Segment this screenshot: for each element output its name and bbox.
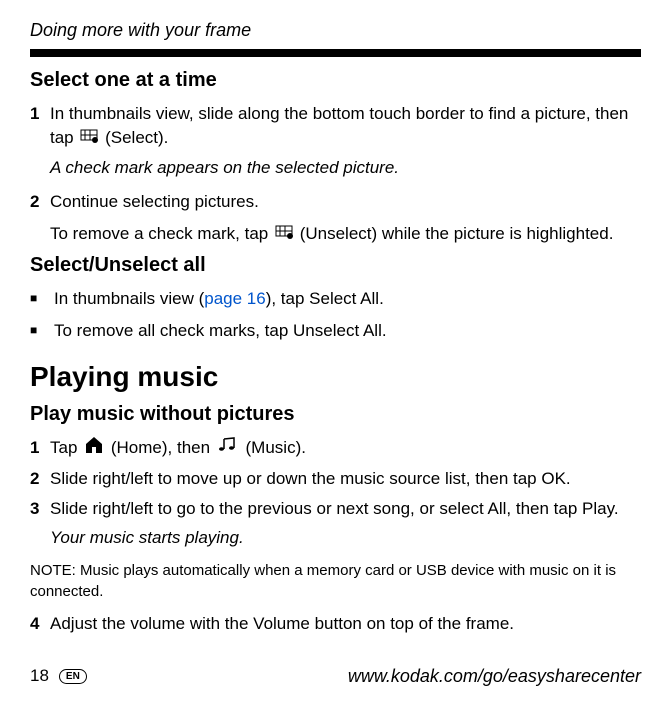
section-playing-music-title: Playing music xyxy=(30,361,641,393)
page-header: Doing more with your frame xyxy=(30,20,641,41)
step-number: 2 xyxy=(30,190,50,214)
step-number: 1 xyxy=(30,102,50,150)
step-text: Adjust the volume with the Volume button… xyxy=(50,612,641,636)
step-text: Slide right/left to move up or down the … xyxy=(50,467,641,491)
step-number: 4 xyxy=(30,612,50,636)
section-select-one-title: Select one at a time xyxy=(30,69,641,92)
footer-url: www.kodak.com/go/easysharecenter xyxy=(348,666,641,687)
footer-left: 18 EN xyxy=(30,666,87,686)
note-text: NOTE: Music plays automatically when a m… xyxy=(30,560,641,602)
page-number: 18 xyxy=(30,666,49,686)
select-icon xyxy=(80,126,98,150)
music-icon xyxy=(217,436,239,460)
step-text: Slide right/left to go to the previous o… xyxy=(50,497,641,521)
page-footer: 18 EN www.kodak.com/go/easysharecenter xyxy=(30,666,641,687)
subsection-play-music-title: Play music without pictures xyxy=(30,403,641,426)
step-number: 1 xyxy=(30,436,50,461)
instruction-text: To remove a check mark, tap (Unselect) w… xyxy=(50,222,641,246)
step-number: 3 xyxy=(30,497,50,521)
section-select-all-title: Select/Unselect all xyxy=(30,254,641,277)
bullet-item: ■ In thumbnails view (page 16), tap Sele… xyxy=(30,287,641,311)
step-item: 2 Continue selecting pictures. xyxy=(30,190,641,214)
step-item: 2 Slide right/left to move up or down th… xyxy=(30,467,641,491)
header-divider xyxy=(30,49,641,57)
bullet-text: To remove all check marks, tap Unselect … xyxy=(54,319,641,343)
bullet-marker: ■ xyxy=(30,319,54,343)
step-item: 4 Adjust the volume with the Volume butt… xyxy=(30,612,641,636)
bullet-marker: ■ xyxy=(30,287,54,311)
step-text: Tap (Home), then (Music). xyxy=(50,436,641,461)
bullet-item: ■ To remove all check marks, tap Unselec… xyxy=(30,319,641,343)
step-item: 3 Slide right/left to go to the previous… xyxy=(30,497,641,521)
page-link[interactable]: page 16 xyxy=(204,289,265,308)
language-badge: EN xyxy=(59,669,87,684)
step-text: In thumbnails view, slide along the bott… xyxy=(50,102,641,150)
step-item: 1 In thumbnails view, slide along the bo… xyxy=(30,102,641,150)
step-item: 1 Tap (Home), then (Music). xyxy=(30,436,641,461)
bullet-text: In thumbnails view (page 16), tap Select… xyxy=(54,287,641,311)
home-icon xyxy=(84,436,104,461)
result-text: Your music starts playing. xyxy=(50,526,641,550)
step-number: 2 xyxy=(30,467,50,491)
step-text: Continue selecting pictures. xyxy=(50,190,641,214)
result-text: A check mark appears on the selected pic… xyxy=(50,156,641,180)
unselect-icon xyxy=(275,222,293,246)
